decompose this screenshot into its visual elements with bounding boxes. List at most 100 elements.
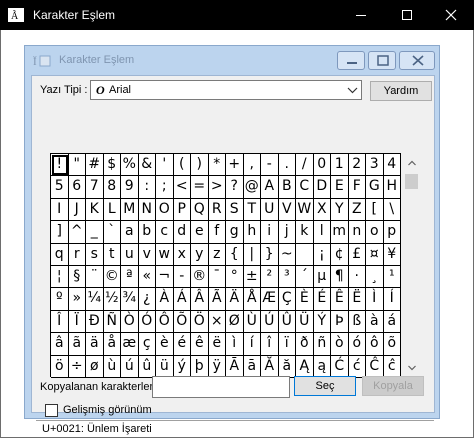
char-cell[interactable]: *: [208, 154, 226, 177]
char-cell[interactable]: ª: [121, 265, 139, 289]
char-cell[interactable]: ć: [348, 355, 366, 378]
char-cell[interactable]: z: [208, 243, 226, 266]
char-cell[interactable]: ù: [103, 355, 121, 378]
char-cell[interactable]: %: [121, 154, 139, 177]
char-cell[interactable]: ò: [331, 333, 349, 356]
char-cell[interactable]: Ă: [261, 355, 279, 378]
char-cell[interactable]: ²: [261, 265, 279, 289]
char-cell[interactable]: ì: [226, 333, 244, 356]
char-cell[interactable]: ¡: [313, 243, 331, 266]
char-cell[interactable]: L: [103, 198, 121, 222]
char-cell[interactable]: Ø: [226, 310, 244, 334]
char-cell[interactable]: Ā: [226, 355, 244, 378]
char-cell[interactable]: !: [51, 154, 69, 177]
char-cell[interactable]: È: [296, 288, 314, 311]
scroll-up-icon[interactable]: [408, 160, 416, 166]
char-cell[interactable]: [296, 243, 314, 266]
chevron-down-icon[interactable]: [344, 81, 361, 99]
close-button[interactable]: [428, 0, 474, 30]
char-cell[interactable]: Ì: [366, 288, 384, 311]
char-cell[interactable]: d: [173, 221, 191, 244]
char-cell[interactable]: Õ: [173, 310, 191, 334]
char-cell[interactable]: |: [243, 243, 261, 266]
dialog-close-button[interactable]: [399, 51, 435, 70]
char-cell[interactable]: ): [191, 154, 209, 177]
char-cell[interactable]: ,: [243, 154, 261, 177]
char-cell[interactable]: -: [261, 154, 279, 177]
dialog-minimize-button[interactable]: [337, 51, 365, 70]
char-cell[interactable]: #: [86, 154, 104, 177]
font-select[interactable]: O Arial: [90, 80, 362, 100]
char-cell[interactable]: w: [156, 243, 174, 266]
char-cell[interactable]: þ: [191, 355, 209, 378]
char-cell[interactable]: =: [191, 176, 209, 199]
char-cell[interactable]: D: [313, 176, 331, 199]
char-cell[interactable]: ¯: [208, 265, 226, 289]
char-cell[interactable]: É: [313, 288, 331, 311]
char-cell[interactable]: $: [103, 154, 121, 177]
char-cell[interactable]: ê: [191, 333, 209, 356]
char-cell[interactable]: T: [243, 198, 261, 222]
char-cell[interactable]: ¼: [86, 288, 104, 311]
char-cell[interactable]: Ç: [278, 288, 296, 311]
char-cell[interactable]: Í: [383, 288, 401, 311]
minimize-button[interactable]: [338, 0, 384, 30]
char-cell[interactable]: ă: [278, 355, 296, 378]
char-cell[interactable]: U: [261, 198, 279, 222]
char-cell[interactable]: q: [51, 243, 69, 266]
char-cell[interactable]: à: [366, 310, 384, 334]
char-cell[interactable]: u: [121, 243, 139, 266]
char-cell[interactable]: X: [313, 198, 331, 222]
char-cell[interactable]: ×: [208, 310, 226, 334]
char-cell[interactable]: »: [68, 288, 86, 311]
char-cell[interactable]: ä: [86, 333, 104, 356]
char-cell[interactable]: 9: [121, 176, 139, 199]
char-cell[interactable]: 1: [331, 154, 349, 177]
char-cell[interactable]: ®: [191, 265, 209, 289]
char-cell[interactable]: Y: [331, 198, 349, 222]
char-cell[interactable]: ó: [348, 333, 366, 356]
char-cell[interactable]: æ: [121, 333, 139, 356]
char-cell[interactable]: ö: [51, 355, 69, 378]
help-button[interactable]: Yardım: [370, 81, 432, 101]
char-cell[interactable]: Ó: [138, 310, 156, 334]
char-cell[interactable]: [: [366, 198, 384, 222]
char-cell[interactable]: ¦: [51, 265, 69, 289]
char-cell[interactable]: ¬: [156, 265, 174, 289]
char-cell[interactable]: µ: [313, 265, 331, 289]
char-cell[interactable]: Á: [173, 288, 191, 311]
char-cell[interactable]: +: [226, 154, 244, 177]
char-cell[interactable]: 2: [348, 154, 366, 177]
char-cell[interactable]: 0: [313, 154, 331, 177]
select-button[interactable]: Seç: [294, 376, 356, 396]
char-cell[interactable]: c: [156, 221, 174, 244]
char-cell[interactable]: §: [68, 265, 86, 289]
char-cell[interactable]: ±: [243, 265, 261, 289]
char-cell[interactable]: x: [173, 243, 191, 266]
char-cell[interactable]: j: [278, 221, 296, 244]
char-cell[interactable]: ~: [278, 243, 296, 266]
char-cell[interactable]: y: [191, 243, 209, 266]
char-cell[interactable]: ã: [68, 333, 86, 356]
char-cell[interactable]: R: [208, 198, 226, 222]
char-cell[interactable]: E: [331, 176, 349, 199]
char-cell[interactable]: ¸: [366, 265, 384, 289]
character-grid[interactable]: ! " # $% & '() * +, -./0 1 2 3 4 5 6 7 8 9:; < = >? @ A B C D E F G H…: [50, 153, 401, 378]
char-cell[interactable]: i: [261, 221, 279, 244]
char-cell[interactable]: é: [173, 333, 191, 356]
char-cell[interactable]: {: [226, 243, 244, 266]
char-cell[interactable]: F: [348, 176, 366, 199]
char-cell[interactable]: >: [208, 176, 226, 199]
char-cell[interactable]: k: [296, 221, 314, 244]
char-cell[interactable]: ñ: [313, 333, 331, 356]
char-cell[interactable]: Â: [191, 288, 209, 311]
char-cell[interactable]: ÿ: [208, 355, 226, 378]
char-cell[interactable]: ¥: [383, 243, 401, 266]
char-cell[interactable]: ³: [278, 265, 296, 289]
char-cell[interactable]: I: [51, 198, 69, 222]
char-cell[interactable]: 7: [86, 176, 104, 199]
char-cell[interactable]: õ: [383, 333, 401, 356]
char-cell[interactable]: Å: [243, 288, 261, 311]
char-cell[interactable]: ©: [103, 265, 121, 289]
char-cell[interactable]: O: [156, 198, 174, 222]
